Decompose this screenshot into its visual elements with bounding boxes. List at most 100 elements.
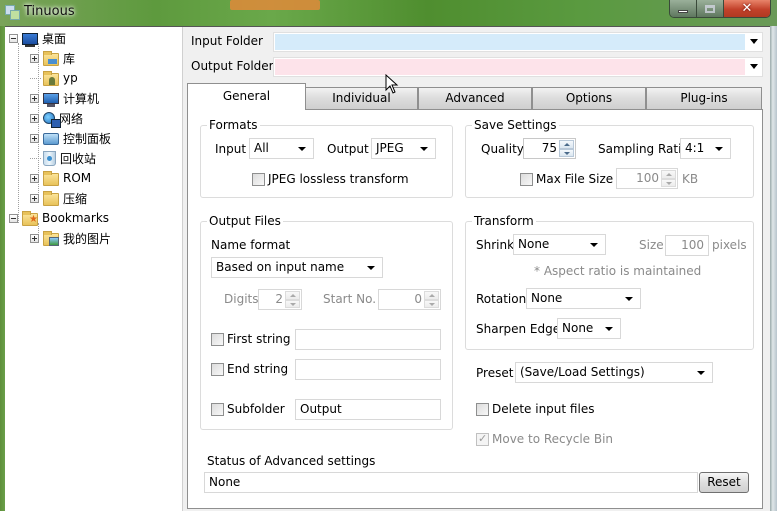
tree-item-label: 我的图片	[63, 231, 112, 246]
output-format-select[interactable]: JPEG	[371, 138, 436, 159]
tab-general[interactable]: General	[187, 83, 306, 110]
size-input[interactable]: 100	[665, 235, 709, 256]
input-folder-field[interactable]	[275, 34, 745, 50]
save-settings-group: Save Settings	[465, 118, 754, 198]
name-format-select[interactable]: Based on input name	[211, 257, 383, 278]
rotation-value: None	[531, 291, 563, 305]
tab-individual[interactable]: Individual	[305, 87, 418, 109]
output-files-title: Output Files	[207, 214, 283, 228]
tree-item[interactable]: 计算机	[30, 89, 99, 107]
tree-connector	[30, 77, 41, 79]
minimize-button[interactable]	[670, 0, 697, 17]
size-unit: pixels	[712, 238, 747, 252]
chevron-down-icon[interactable]	[750, 39, 758, 44]
spin-up-icon[interactable]	[559, 140, 574, 149]
pictures-folder-icon	[43, 230, 59, 246]
checkbox-box-checked[interactable]	[476, 432, 489, 446]
chevron-down-icon	[420, 147, 428, 151]
output-format-value: JPEG	[376, 141, 404, 155]
input-folder-combo[interactable]	[273, 32, 763, 52]
input-format-select[interactable]: All	[249, 138, 314, 159]
max-file-size-spinner[interactable]: 100	[616, 168, 678, 189]
end-string-input[interactable]	[295, 359, 441, 380]
output-folder-combo[interactable]	[273, 57, 763, 77]
expand-icon[interactable]	[30, 113, 39, 123]
quality-spinner[interactable]: 75	[523, 138, 576, 159]
end-string-checkbox[interactable]: End string	[211, 362, 288, 376]
expand-icon[interactable]	[30, 133, 39, 143]
move-to-recycle-bin-checkbox[interactable]: Move to Recycle Bin	[476, 432, 613, 446]
tab-options[interactable]: Options	[532, 87, 646, 109]
tree-item[interactable]: ROM	[30, 169, 91, 187]
subfolder-checkbox[interactable]: Subfolder	[211, 402, 285, 416]
transform-title: Transform	[472, 214, 536, 228]
reset-button[interactable]: Reset	[699, 472, 749, 493]
tree-item[interactable]: 压缩	[30, 189, 87, 207]
tree-item[interactable]: yp	[30, 69, 78, 87]
spin-up-icon[interactable]	[661, 170, 676, 179]
subfolder-input[interactable]: Output	[295, 399, 441, 420]
spin-up-icon[interactable]	[424, 291, 439, 300]
tree-item[interactable]: 桌面	[9, 29, 66, 47]
expand-icon[interactable]	[30, 233, 39, 243]
shrink-select[interactable]: None	[513, 234, 606, 255]
jpeg-lossless-label: JPEG lossless transform	[268, 172, 409, 186]
sampling-ratio-select[interactable]: 4:1	[680, 138, 731, 159]
preset-label: Preset	[476, 366, 514, 380]
collapse-icon[interactable]	[9, 213, 18, 223]
tab-advanced[interactable]: Advanced	[418, 87, 532, 109]
maximize-button[interactable]	[697, 0, 724, 17]
sharpen-edge-select[interactable]: None	[557, 318, 621, 339]
status-advanced-field: None	[204, 472, 698, 493]
collapse-icon[interactable]	[9, 33, 18, 43]
expand-icon[interactable]	[30, 173, 39, 183]
preset-select[interactable]: (Save/Load Settings)	[515, 362, 713, 383]
expand-icon[interactable]	[30, 53, 39, 63]
folder-tree[interactable]: 桌面库 yp 计算机网络控制面板回收站 ROM 压缩 Bookmarks 我的图片	[5, 27, 183, 511]
delete-input-files-checkbox[interactable]: Delete input files	[476, 402, 594, 416]
output-folder-label: Output Folder	[191, 59, 274, 73]
tree-item-label: 压缩	[63, 191, 88, 206]
first-string-checkbox[interactable]: First string	[211, 332, 291, 346]
first-string-input[interactable]	[295, 329, 441, 350]
jpeg-lossless-checkbox[interactable]: JPEG lossless transform	[252, 172, 409, 186]
checkbox-box[interactable]	[520, 172, 533, 186]
checkbox-box[interactable]	[476, 402, 489, 416]
chevron-down-icon[interactable]	[750, 64, 758, 69]
spin-down-icon[interactable]	[661, 178, 676, 187]
start-no-spinner[interactable]: 0	[378, 289, 441, 310]
expand-icon[interactable]	[30, 193, 39, 203]
window-controls: ✕	[669, 0, 771, 18]
spin-down-icon[interactable]	[559, 148, 574, 157]
aspect-ratio-note: * Aspect ratio is maintained	[534, 264, 702, 278]
output-folder-field[interactable]	[275, 59, 745, 75]
tree-item[interactable]: 库	[30, 49, 75, 67]
network-icon	[43, 112, 61, 128]
title-bar[interactable]: Tinuous ✕	[0, 0, 777, 26]
tree-item[interactable]: 网络	[30, 109, 83, 128]
chevron-down-icon	[625, 297, 633, 301]
tree-item[interactable]: 我的图片	[30, 229, 111, 247]
save-settings-title: Save Settings	[472, 118, 559, 132]
close-button[interactable]: ✕	[724, 0, 770, 17]
checkbox-box[interactable]	[211, 362, 224, 376]
digits-spinner[interactable]: 2	[258, 289, 302, 310]
tab-plug-ins[interactable]: Plug-ins	[646, 87, 762, 109]
tree-item[interactable]: 回收站	[30, 149, 96, 167]
checkbox-box[interactable]	[252, 172, 265, 186]
spin-down-icon[interactable]	[424, 299, 439, 308]
expand-icon[interactable]	[30, 93, 39, 103]
checkbox-box[interactable]	[211, 332, 224, 346]
spin-up-icon[interactable]	[285, 291, 300, 300]
sampling-ratio-value: 4:1	[685, 141, 705, 155]
name-format-value: Based on input name	[216, 260, 345, 274]
max-file-size-checkbox[interactable]: Max File Size	[520, 172, 613, 186]
tree-item[interactable]: Bookmarks	[9, 209, 109, 227]
end-string-label: End string	[227, 362, 289, 376]
rotation-select[interactable]: None	[526, 288, 641, 309]
folder-icon	[43, 190, 59, 206]
spin-down-icon[interactable]	[285, 299, 300, 308]
move-to-recycle-bin-label: Move to Recycle Bin	[492, 432, 614, 446]
tree-item[interactable]: 控制面板	[30, 129, 111, 147]
checkbox-box[interactable]	[211, 402, 224, 416]
